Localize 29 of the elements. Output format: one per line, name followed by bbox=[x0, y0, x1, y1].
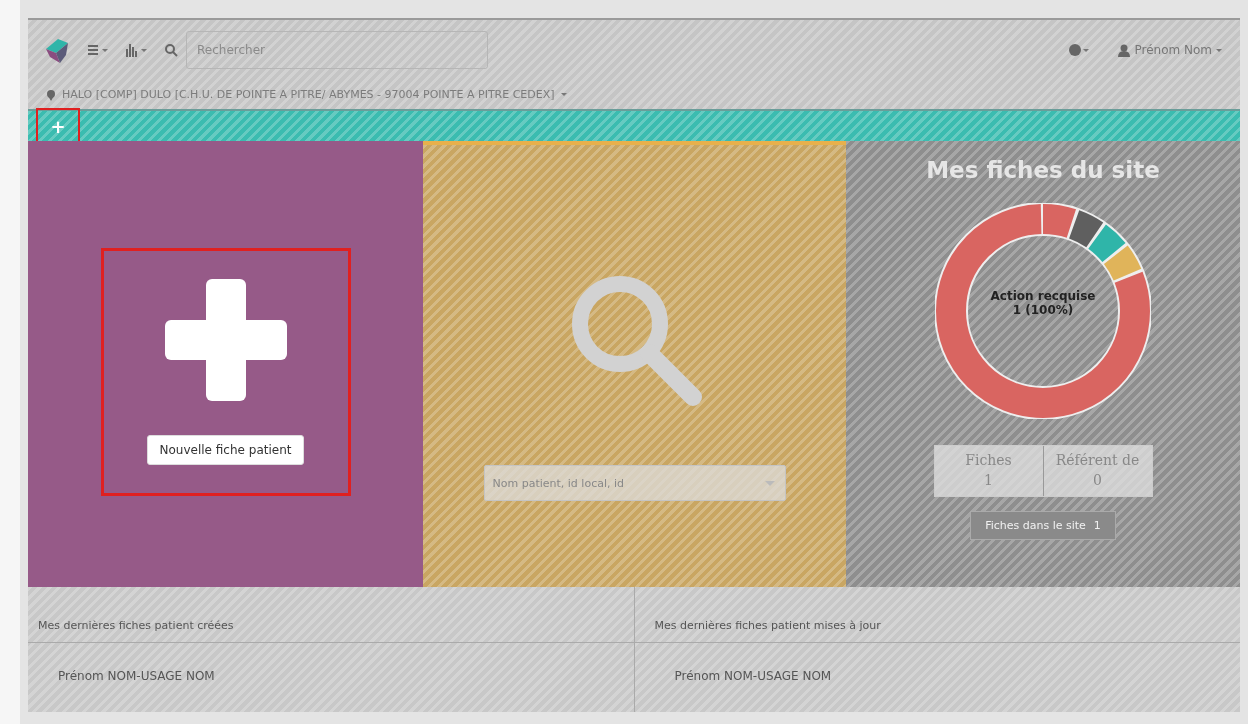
stat-value: 1 bbox=[983, 472, 994, 488]
patient-list-item[interactable]: Prénom NOM-USAGE NOM bbox=[28, 643, 634, 709]
chart-value: 1 (100%) bbox=[1011, 303, 1075, 317]
list-heading: Mes dernières fiches patient créées bbox=[28, 587, 634, 643]
help-icon[interactable] bbox=[1068, 43, 1091, 57]
stat-label: Référent de bbox=[1054, 452, 1141, 468]
patient-search-dropdown[interactable]: Nom patient, id local, id bbox=[483, 465, 786, 501]
panel-title: Mes fiches du site bbox=[926, 157, 1160, 183]
patient-search-field[interactable]: Nom patient, id local, id bbox=[484, 466, 755, 500]
chart-label: Action recquise bbox=[989, 289, 1097, 303]
plus-icon[interactable] bbox=[164, 279, 287, 401]
count-label: 1 bbox=[1093, 519, 1101, 532]
site-records-button[interactable]: Fiches dans le site 1 bbox=[970, 511, 1116, 540]
map-pin-icon bbox=[46, 88, 56, 101]
caret-icon bbox=[764, 480, 775, 486]
new-patient-button[interactable]: Nouvelle fiche patient bbox=[146, 435, 305, 465]
stat-value: 0 bbox=[1092, 472, 1103, 488]
user-icon bbox=[1118, 43, 1131, 57]
search-field[interactable]: Rechercher bbox=[187, 32, 487, 68]
caret-icon bbox=[560, 93, 567, 96]
stat-label: Fiches bbox=[964, 452, 1013, 468]
location-selector[interactable]: HALO [COMP] DULO [C.H.U. DE POINTE A PITRE/ ABYMES - 97004 POINTE A PITRE CEDEX] bbox=[28, 88, 1240, 101]
patient-list-item[interactable]: Prénom NOM-USAGE NOM bbox=[634, 643, 1240, 709]
list-heading: Mes dernières fiches patient mises à jour bbox=[634, 587, 1240, 643]
add-button[interactable]: + bbox=[36, 108, 80, 144]
caret-icon bbox=[1216, 48, 1222, 52]
search-icon bbox=[164, 43, 178, 57]
user-menu[interactable]: Prénom Nom bbox=[1118, 43, 1222, 57]
bar-chart-icon[interactable] bbox=[126, 43, 150, 57]
